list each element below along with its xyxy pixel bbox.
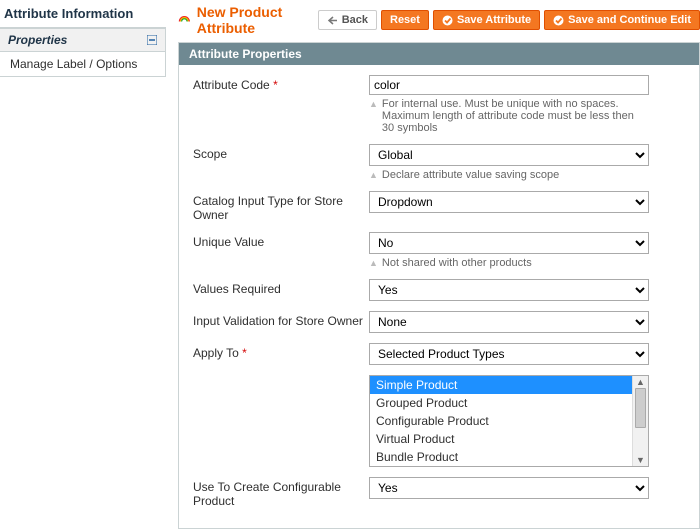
attribute-form: Attribute Code * ▲For internal use. Must… xyxy=(179,65,699,528)
reset-button-label: Reset xyxy=(390,14,420,26)
input-type-select[interactable]: Dropdown xyxy=(369,191,649,213)
check-icon xyxy=(553,15,564,26)
save-continue-button[interactable]: Save and Continue Edit xyxy=(544,10,700,30)
panel-title: Attribute Properties xyxy=(179,43,699,65)
save-continue-label: Save and Continue Edit xyxy=(568,14,691,26)
scroll-thumb[interactable] xyxy=(635,388,646,428)
check-icon xyxy=(442,15,453,26)
product-type-option[interactable]: Bundle Product xyxy=(370,448,632,466)
use-configurable-select[interactable]: Yes xyxy=(369,477,649,499)
attribute-code-input[interactable] xyxy=(369,75,649,95)
attribute-properties-panel: Attribute Properties Attribute Code * ▲F… xyxy=(178,42,700,529)
collapse-minus-icon xyxy=(147,35,157,45)
scope-note: ▲Declare attribute value saving scope xyxy=(369,169,649,181)
product-type-option[interactable]: Grouped Product xyxy=(370,394,632,412)
sidebar-item-manage-label[interactable]: Manage Label / Options xyxy=(0,52,166,77)
product-type-option[interactable]: Configurable Product xyxy=(370,412,632,430)
product-type-option[interactable]: Simple Product xyxy=(370,376,632,394)
product-types-multiselect[interactable]: Simple ProductGrouped ProductConfigurabl… xyxy=(369,375,649,467)
topbar: New Product Attribute Back Reset Save At… xyxy=(178,0,700,42)
use-configurable-label: Use To Create Configurable Product xyxy=(193,477,369,508)
values-required-label: Values Required xyxy=(193,279,369,296)
apply-to-select[interactable]: Selected Product Types xyxy=(369,343,649,365)
back-button[interactable]: Back xyxy=(318,10,377,30)
page-title-text: New Product Attribute xyxy=(197,4,314,36)
multiselect-scrollbar[interactable]: ▲ ▼ xyxy=(632,376,648,466)
save-button-label: Save Attribute xyxy=(457,14,531,26)
page-title: New Product Attribute xyxy=(178,4,314,36)
input-validation-label: Input Validation for Store Owner xyxy=(193,311,369,328)
input-validation-select[interactable]: None xyxy=(369,311,649,333)
sidebar: Attribute Information Properties Manage … xyxy=(0,0,166,529)
back-arrow-icon xyxy=(327,15,338,26)
reset-button[interactable]: Reset xyxy=(381,10,429,30)
scroll-up-icon[interactable]: ▲ xyxy=(636,377,645,387)
scope-label: Scope xyxy=(193,144,369,161)
apply-to-label: Apply To * xyxy=(193,343,369,360)
input-type-label: Catalog Input Type for Store Owner xyxy=(193,191,369,222)
attribute-code-label: Attribute Code * xyxy=(193,75,369,92)
sidebar-section-properties[interactable]: Properties xyxy=(0,28,166,52)
save-attribute-button[interactable]: Save Attribute xyxy=(433,10,540,30)
sidebar-section-label: Properties xyxy=(8,33,67,47)
main-content: New Product Attribute Back Reset Save At… xyxy=(166,0,700,529)
sidebar-title: Attribute Information xyxy=(0,0,166,28)
values-required-select[interactable]: Yes xyxy=(369,279,649,301)
magento-icon xyxy=(178,12,191,28)
unique-value-note: ▲Not shared with other products xyxy=(369,257,649,269)
unique-value-select[interactable]: No xyxy=(369,232,649,254)
scroll-down-icon[interactable]: ▼ xyxy=(636,455,645,465)
attribute-code-note: ▲For internal use. Must be unique with n… xyxy=(369,98,649,134)
product-type-option[interactable]: Virtual Product xyxy=(370,430,632,448)
unique-value-label: Unique Value xyxy=(193,232,369,249)
back-button-label: Back xyxy=(342,14,368,26)
scope-select[interactable]: Global xyxy=(369,144,649,166)
